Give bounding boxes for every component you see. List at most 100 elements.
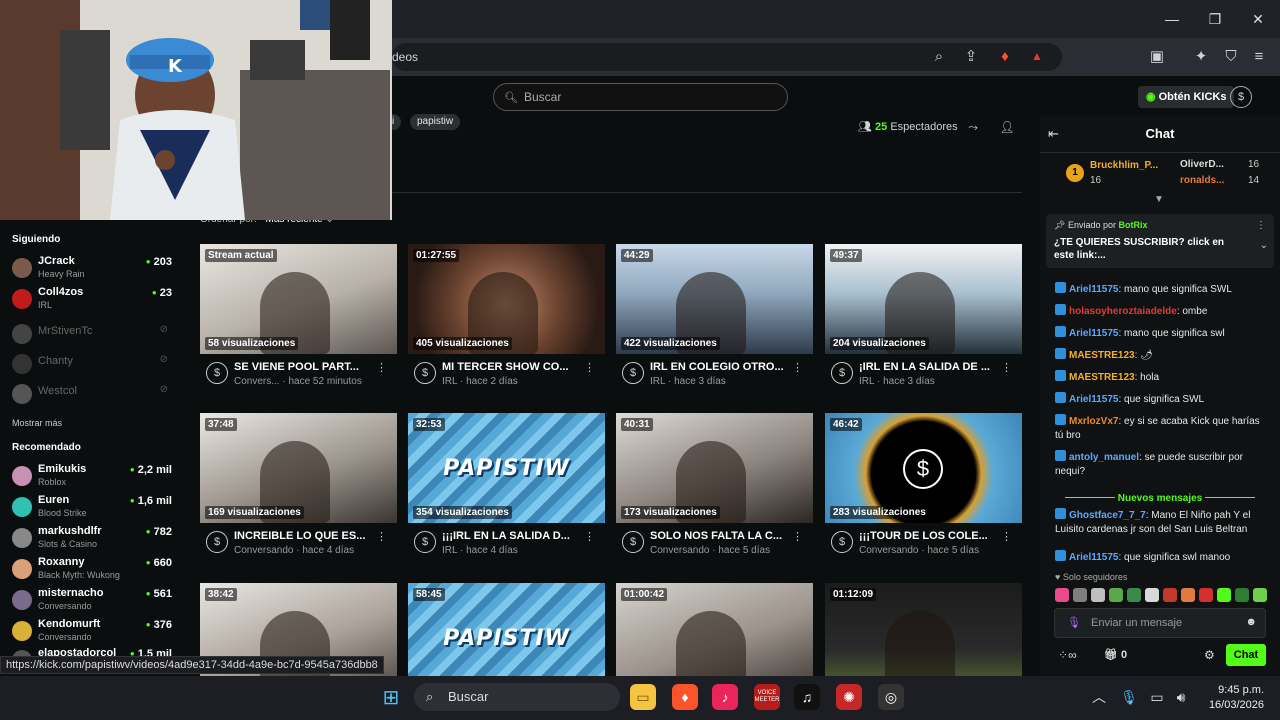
channel-avatar[interactable]: $ [622, 531, 644, 553]
minimize-button[interactable]: — [1160, 8, 1184, 30]
zoom-icon[interactable]: ⌕ [928, 45, 950, 67]
sidebar-item-coll4zos[interactable]: Coll4zos IRL 23 [12, 285, 172, 313]
user-avatar[interactable]: $ [1230, 86, 1252, 108]
emote-icon[interactable] [1181, 588, 1195, 602]
more-icon[interactable]: ⋮ [1256, 220, 1266, 231]
emote-icon[interactable] [1199, 588, 1213, 602]
taskbar-search[interactable]: ⌕ Buscar [414, 683, 620, 711]
channel-avatar[interactable]: $ [414, 362, 436, 384]
brave-rewards-icon[interactable]: ▲ [1026, 45, 1048, 67]
more-icon[interactable]: ⋮ [1001, 361, 1012, 374]
channel-avatar[interactable]: $ [831, 362, 853, 384]
tiktok-live-icon[interactable]: ♫ [794, 684, 820, 710]
brave-shields-icon[interactable]: ♦ [994, 45, 1016, 67]
supporter-name[interactable]: ronalds... [1180, 175, 1224, 186]
video-thumbnail[interactable]: $46:42 283 visualizaciones [825, 413, 1022, 523]
windows-start-icon[interactable]: ⊞ [378, 684, 404, 710]
emote-icon[interactable] [1127, 588, 1141, 602]
emote-icon[interactable] [1073, 588, 1087, 602]
video-thumbnail[interactable]: 44:29 422 visualizaciones [616, 244, 813, 354]
microphone-icon[interactable]: 🎙︎ [1067, 616, 1081, 629]
video-thumbnail[interactable]: 01:27:55 405 visualizaciones [408, 244, 605, 354]
video-thumbnail[interactable]: 49:37 204 visualizaciones [825, 244, 1022, 354]
show-more-link[interactable]: Mostrar más [12, 418, 62, 428]
close-window-button[interactable]: ✕ [1246, 8, 1270, 30]
sidebar-item-markushdlfr[interactable]: markushdlfr Slots & Casino 782 [12, 524, 172, 552]
emote-icon[interactable] [1091, 588, 1105, 602]
chat-input[interactable]: 🎙︎ Enviar un mensaje ☻ [1054, 608, 1266, 638]
sidebar-item-westcol[interactable]: Westcol ⊘ [12, 380, 172, 408]
video-title[interactable]: MI TERCER SHOW CO... [442, 361, 592, 373]
more-icon[interactable]: ⋮ [376, 361, 387, 374]
sidebar-icon[interactable]: ▣ [1146, 45, 1168, 67]
send-chat-button[interactable]: Chat [1226, 644, 1266, 666]
channel-avatar[interactable]: $ [831, 531, 853, 553]
chevron-down-icon[interactable]: ⌄ [1260, 240, 1268, 251]
supporter-name[interactable]: OliverD... [1180, 159, 1224, 170]
volume-icon[interactable]: 🔊︎ [1168, 684, 1194, 710]
channel-avatar[interactable]: $ [622, 362, 644, 384]
voicemeeter-icon[interactable]: VOICE MEETER [754, 684, 780, 710]
chat-username[interactable]: Ariel11575 [1069, 328, 1119, 339]
leo-ai-icon[interactable]: ✦ [1190, 45, 1212, 67]
chat-username[interactable]: Ariel11575 [1069, 284, 1119, 295]
sidebar-item-roxanny[interactable]: Roxanny Black Myth: Wukong 660 [12, 555, 172, 583]
video-title[interactable]: ¡IRL EN LA SALIDA DE ... [859, 361, 1009, 373]
emote-icon[interactable] [1055, 588, 1069, 602]
more-icon[interactable]: ⋮ [792, 361, 803, 374]
supporter-name[interactable]: Bruckhlim_P... [1090, 160, 1158, 171]
emote-icon[interactable] [1163, 588, 1177, 602]
menu-icon[interactable]: ≡ [1248, 45, 1270, 67]
channel-avatar[interactable]: $ [206, 531, 228, 553]
emote-icon[interactable] [1109, 588, 1123, 602]
network-icon[interactable]: ▭ [1144, 684, 1170, 710]
more-icon[interactable]: ⋮ [584, 361, 595, 374]
video-thumbnail[interactable]: Stream actual 58 visualizaciones [200, 244, 397, 354]
obs-icon[interactable]: ◎ [878, 684, 904, 710]
chat-settings-icon[interactable]: ⚙ [1204, 648, 1215, 662]
more-icon[interactable]: ⋮ [376, 530, 387, 543]
video-thumbnail[interactable]: PAPISTIW 32:53 354 visualizaciones [408, 413, 605, 523]
sidebar-item-chanty[interactable]: Chanty ⊘ [12, 350, 172, 378]
video-title[interactable]: ¡¡¡IRL EN LA SALIDA D... [442, 530, 592, 542]
expand-supporters-icon[interactable]: ▼ [1154, 194, 1164, 205]
search-input[interactable]: 🔍︎ Buscar [493, 83, 788, 111]
pinned-message[interactable]: 📌︎ Enviado por BotRix ¿TE QUIERES SUSCRI… [1046, 214, 1274, 268]
tiktok-app-icon[interactable]: ♪ [712, 684, 738, 710]
brave-browser-icon[interactable]: ♦ [672, 684, 698, 710]
emote-icon[interactable] [1145, 588, 1159, 602]
get-kicks-button[interactable]: ◉ Obtén KICKs [1138, 86, 1235, 108]
video-thumbnail[interactable]: 40:31 173 visualizaciones [616, 413, 813, 523]
chat-username[interactable]: Ghostface7_7_7 [1069, 510, 1146, 521]
channel-avatar[interactable]: $ [206, 362, 228, 384]
chat-username[interactable]: MAESTRE123 [1069, 372, 1135, 383]
microphone-icon[interactable]: 🎙︎ [1116, 684, 1142, 710]
file-explorer-icon[interactable]: ▭ [630, 684, 656, 710]
infinity-points[interactable]: ⁘∞ [1058, 648, 1077, 662]
video-title[interactable]: SE VIENE POOL PART... [234, 361, 384, 373]
video-title[interactable]: SOLO NOS FALTA LA C... [650, 530, 800, 542]
video-title[interactable]: INCREIBLE LO QUE ES... [234, 530, 384, 542]
emoji-icon[interactable]: ☻ [1245, 616, 1257, 628]
app-icon[interactable]: ✺ [836, 684, 862, 710]
sidebar-item-mrstiventc[interactable]: MrStivenTc ⊘ [12, 320, 172, 348]
chat-username[interactable]: Ariel11575 [1069, 394, 1119, 405]
video-title[interactable]: ¡¡¡TOUR DE LOS COLE... [859, 530, 1009, 542]
channel-avatar[interactable]: $ [414, 531, 436, 553]
chat-username[interactable]: Ariel11575 [1069, 552, 1119, 563]
tag-chip[interactable]: papistiw [410, 114, 461, 130]
more-icon[interactable]: ⋮ [584, 530, 595, 543]
maximize-button[interactable]: ❐ [1203, 8, 1227, 30]
sidebar-item-kendomurft[interactable]: Kendomurft Conversando 376 [12, 617, 172, 645]
chevron-up-icon[interactable]: ︿ [1086, 684, 1112, 710]
emote-icon[interactable] [1253, 588, 1267, 602]
more-icon[interactable]: ⋮ [792, 530, 803, 543]
chat-username[interactable]: MAESTRE123 [1069, 350, 1135, 361]
emote-icon[interactable] [1217, 588, 1231, 602]
emote-icon[interactable] [1235, 588, 1249, 602]
video-title[interactable]: IRL EN COLEGIO OTRO... [650, 361, 800, 373]
sidebar-item-misternacho[interactable]: misternacho Conversando 561 [12, 586, 172, 614]
taskbar-clock[interactable]: 9:45 p.m. 16/03/2026 [1196, 683, 1264, 713]
share-icon[interactable]: ⇪ [960, 45, 982, 67]
more-icon[interactable]: ⋮ [1001, 530, 1012, 543]
